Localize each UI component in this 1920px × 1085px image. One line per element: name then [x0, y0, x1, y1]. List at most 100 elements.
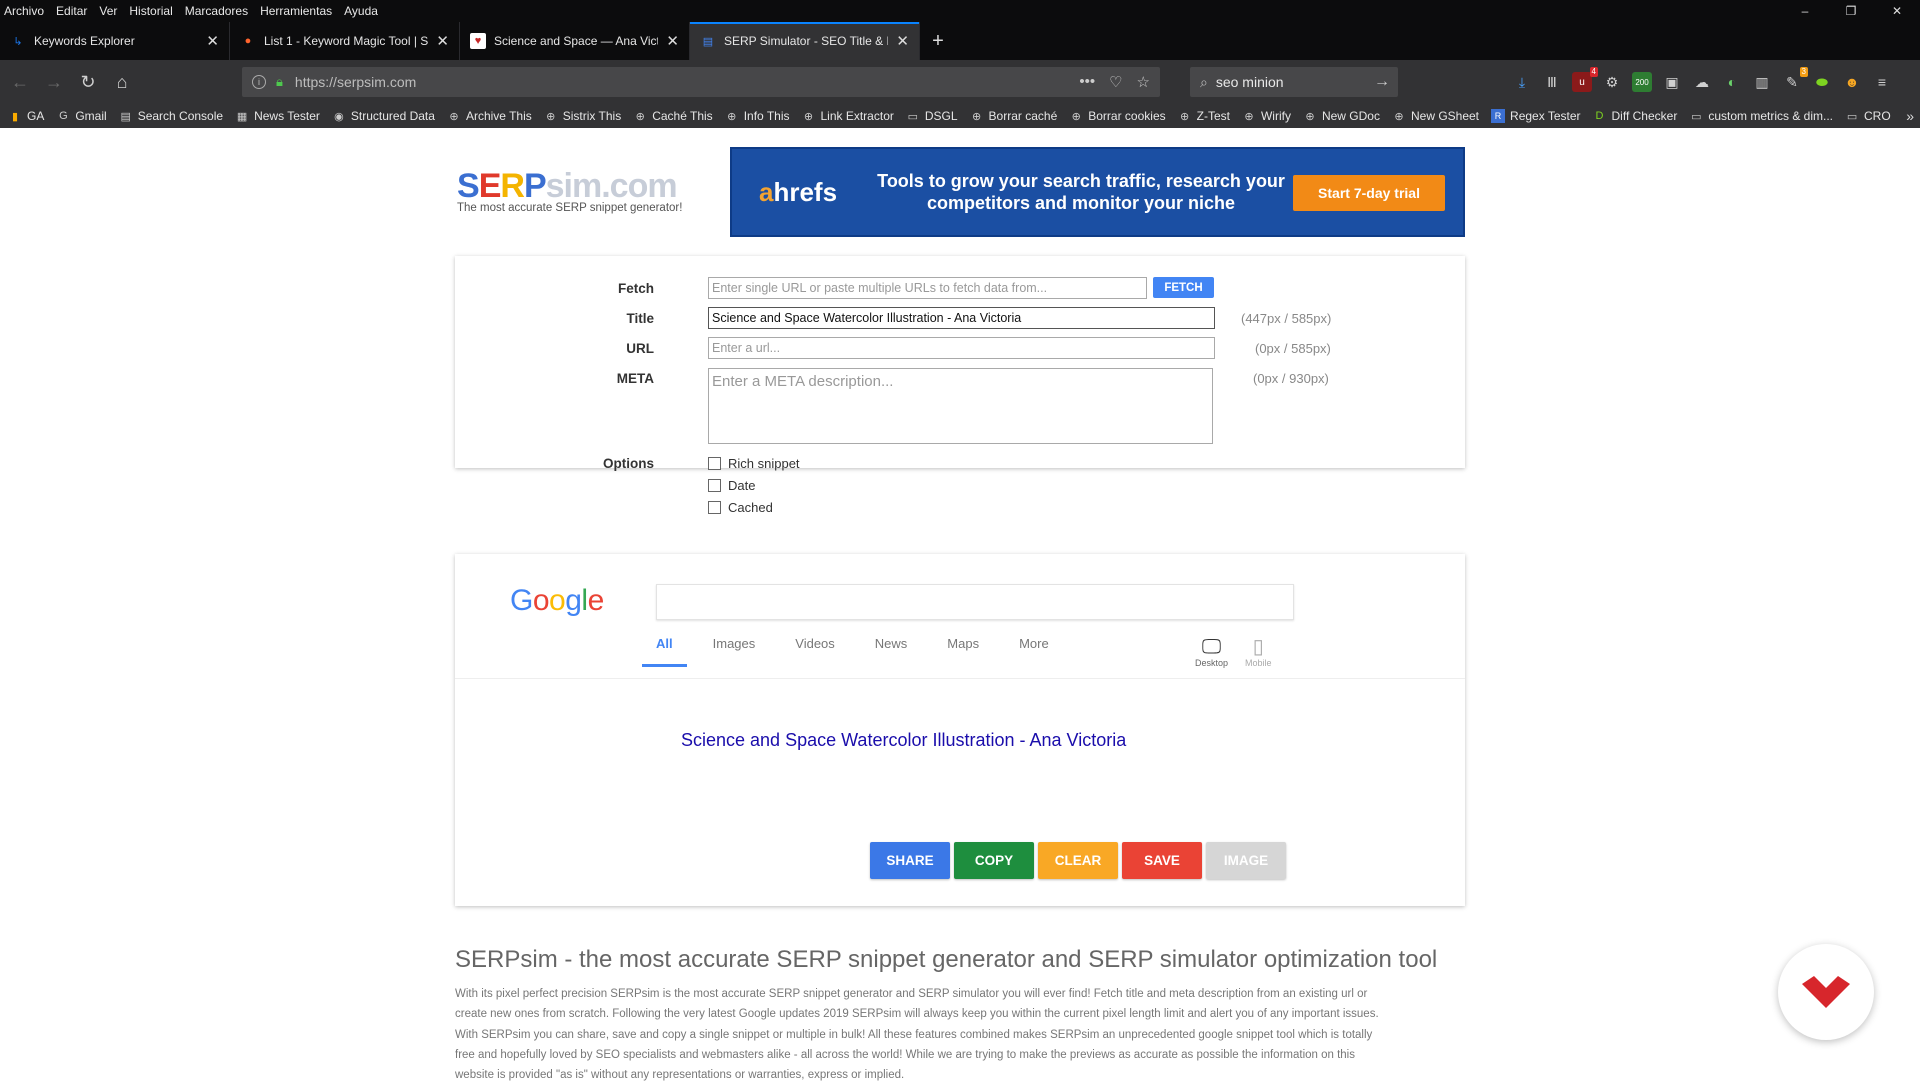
bookmark-item[interactable]: ◉ Structured Data: [332, 109, 435, 123]
bookmark-item[interactable]: ⊕ Borrar cookies: [1069, 109, 1166, 123]
bookmark-item[interactable]: ▭ CRO: [1845, 109, 1891, 123]
seo-minion-icon[interactable]: ◐: [1722, 72, 1742, 92]
tab-more[interactable]: More: [1019, 636, 1049, 667]
menu-marcadores[interactable]: Marcadores: [179, 0, 254, 22]
bookmark-item[interactable]: ▦ News Tester: [235, 109, 320, 123]
restore-button[interactable]: ❐: [1828, 4, 1874, 18]
google-search-box[interactable]: [656, 584, 1294, 620]
bookmark-item[interactable]: ⊕ Wirify: [1242, 109, 1291, 123]
close-window-button[interactable]: ✕: [1874, 4, 1920, 18]
date-checkbox[interactable]: [708, 479, 721, 492]
title-input[interactable]: Science and Space Watercolor Illustratio…: [708, 307, 1215, 329]
close-icon[interactable]: ✕: [436, 32, 449, 50]
serpsim-logo[interactable]: SERPsim.com The most accurate SERP snipp…: [457, 168, 707, 214]
bookmark-item[interactable]: ▤ Search Console: [119, 109, 223, 123]
avatar-icon[interactable]: ☻: [1842, 72, 1862, 92]
menu-historial[interactable]: Historial: [123, 0, 178, 22]
more-actions-icon[interactable]: •••: [1079, 73, 1095, 91]
ahrefs-ad-banner[interactable]: ahrefs Tools to grow your search traffic…: [730, 147, 1465, 237]
ad-cta-button[interactable]: Start 7-day trial: [1293, 175, 1445, 211]
home-icon[interactable]: ⌂: [106, 66, 138, 98]
rich-snippet-checkbox[interactable]: [708, 457, 721, 470]
bookmark-item[interactable]: ▭ custom metrics & dim...: [1689, 109, 1833, 123]
bookmark-item[interactable]: D Diff Checker: [1593, 109, 1678, 123]
fetch-input[interactable]: Enter single URL or paste multiple URLs …: [708, 277, 1147, 299]
search-query[interactable]: seo minion: [1216, 74, 1284, 90]
tab-all[interactable]: All: [642, 636, 687, 667]
status-200-icon[interactable]: 200: [1632, 72, 1652, 92]
option-rich-snippet[interactable]: Rich snippet: [708, 456, 800, 471]
url-input[interactable]: Enter a url...: [708, 337, 1215, 359]
about-line: With its pixel perfect precision SERPsim…: [455, 988, 1368, 1000]
menu-ver[interactable]: Ver: [93, 0, 123, 22]
bookmark-star-icon[interactable]: ☆: [1137, 73, 1150, 91]
bookmark-item[interactable]: ⊕ Archive This: [447, 109, 531, 123]
sidebar-icon[interactable]: ▥: [1752, 72, 1772, 92]
clear-button[interactable]: CLEAR: [1038, 842, 1118, 879]
pocket-icon[interactable]: ♡: [1109, 73, 1122, 91]
url-bar[interactable]: i 🔒︎ https://serpsim.com ••• ♡ ☆: [242, 67, 1160, 97]
minimize-button[interactable]: –: [1782, 4, 1828, 18]
bookmark-item[interactable]: ⊕ New GDoc: [1303, 109, 1380, 123]
tab-images[interactable]: Images: [713, 636, 756, 667]
bookmark-item[interactable]: ⊕ Link Extractor: [802, 109, 894, 123]
meta-textarea[interactable]: Enter a META description...: [708, 368, 1213, 444]
bookmark-item[interactable]: ⊕ Caché This: [633, 109, 713, 123]
close-icon[interactable]: ✕: [666, 32, 679, 50]
tab-maps[interactable]: Maps: [947, 636, 979, 667]
browser-tab[interactable]: ♥ Science and Space — Ana Victo ✕: [460, 22, 690, 60]
bookmark-item[interactable]: R Regex Tester: [1491, 109, 1581, 123]
browser-tab[interactable]: ● List 1 - Keyword Magic Tool | SE ✕: [230, 22, 460, 60]
close-icon[interactable]: ✕: [206, 32, 219, 50]
toggle-icon[interactable]: ⬬: [1812, 72, 1832, 92]
browser-tab-active[interactable]: ▤ SERP Simulator - SEO Title & M ✕: [690, 22, 920, 60]
close-icon[interactable]: ✕: [896, 32, 909, 50]
menu-ayuda[interactable]: Ayuda: [338, 0, 384, 22]
save-button[interactable]: SAVE: [1122, 842, 1202, 879]
url-text[interactable]: https://serpsim.com: [295, 74, 416, 90]
menu-icon[interactable]: ≡: [1872, 72, 1892, 92]
forward-icon[interactable]: →: [38, 66, 70, 98]
bookmarks-overflow-icon[interactable]: »: [1906, 108, 1914, 124]
ublock-icon[interactable]: u4: [1572, 67, 1598, 92]
reload-icon[interactable]: ↻: [72, 66, 104, 98]
extension-badge-icon[interactable]: ✎ 3: [1782, 67, 1808, 92]
bookmark-item[interactable]: ⊕ Info This: [725, 109, 789, 123]
logo-wordmark: SERPsim.com: [457, 168, 707, 204]
settings-gear-icon[interactable]: ⚙: [1602, 72, 1622, 92]
image-button[interactable]: IMAGE: [1206, 842, 1286, 879]
go-arrow-icon[interactable]: →: [1374, 73, 1390, 91]
screenshot-icon[interactable]: ▣: [1662, 72, 1682, 92]
browser-tab[interactable]: ↳ Keywords Explorer ✕: [0, 22, 230, 60]
menu-editar[interactable]: Editar: [50, 0, 93, 22]
menu-herramientas[interactable]: Herramientas: [254, 0, 338, 22]
copy-button[interactable]: COPY: [954, 842, 1034, 879]
bookmark-item[interactable]: G Gmail: [56, 109, 107, 123]
new-tab-button[interactable]: +: [920, 22, 956, 60]
tab-videos[interactable]: Videos: [795, 636, 835, 667]
option-cached[interactable]: Cached: [708, 500, 773, 515]
bookmark-item[interactable]: ⊕ Borrar caché: [970, 109, 1057, 123]
search-bar[interactable]: ⌕ seo minion →: [1190, 67, 1398, 97]
tab-news[interactable]: News: [875, 636, 908, 667]
mobile-toggle[interactable]: ▯ Mobile: [1245, 636, 1272, 668]
bookmark-item[interactable]: ⊕ New GSheet: [1392, 109, 1479, 123]
back-icon[interactable]: ←: [4, 66, 36, 98]
share-button[interactable]: SHARE: [870, 842, 950, 879]
library-icon[interactable]: Ⅲ: [1542, 72, 1562, 92]
bookmark-item[interactable]: ⊕ Z-Test: [1178, 109, 1230, 123]
option-date[interactable]: Date: [708, 478, 755, 493]
cloud-icon[interactable]: ☁: [1692, 72, 1712, 92]
cached-checkbox[interactable]: [708, 501, 721, 514]
menu-archivo[interactable]: Archivo: [0, 0, 50, 22]
bookmark-item[interactable]: ⊕ Sistrix This: [544, 109, 621, 123]
download-icon[interactable]: ⤓: [1512, 72, 1532, 92]
info-icon[interactable]: i: [252, 75, 266, 89]
floating-chat-badge[interactable]: [1778, 944, 1874, 1040]
bookmark-item[interactable]: ▭ DSGL: [906, 109, 958, 123]
bookmark-item[interactable]: ▮ GA: [8, 109, 44, 123]
desktop-toggle[interactable]: 🖵︎ Desktop: [1195, 636, 1228, 668]
serp-result-title[interactable]: Science and Space Watercolor Illustratio…: [681, 730, 1126, 751]
fetch-button[interactable]: FETCH: [1153, 277, 1214, 298]
folder-icon: ▭: [1691, 110, 1702, 123]
